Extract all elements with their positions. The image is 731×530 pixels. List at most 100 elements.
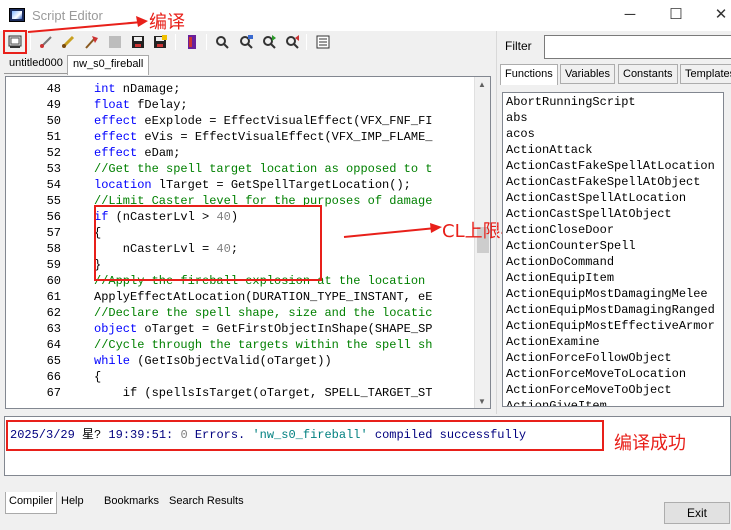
line-number: 60 [46, 274, 61, 288]
function-list-item[interactable]: AbortRunningScript [506, 94, 636, 110]
function-list-item[interactable]: ActionAttack [506, 142, 592, 158]
line-number: 56 [46, 210, 61, 224]
line-number: 49 [46, 98, 61, 112]
function-list-item[interactable]: ActionEquipMostDamagingRanged [506, 302, 715, 318]
function-list-item[interactable]: ActionForceMoveToObject [506, 382, 672, 398]
function-list[interactable]: AbortRunningScript abs acos ActionAttack Act… [502, 92, 724, 407]
line-number-gutter: 48 49 50 51 52 53 54 55 56 57 58 59 60 61 62 63 64 65 66 67 [6, 77, 62, 408]
function-list-item[interactable]: ActionEquipItem [506, 270, 614, 286]
close-button[interactable]: ✕ [707, 4, 731, 26]
code-line: effect eDam; [94, 145, 180, 161]
toolbar-separator [175, 34, 176, 50]
right-panel: Filter Functions Variables Constants Tem… [496, 31, 731, 414]
function-list-item[interactable]: ActionGiveItem [506, 398, 607, 406]
tab-templates[interactable]: Templates [680, 64, 731, 84]
code-line: //Cycle through the targets within the s… [94, 337, 432, 353]
code-token: eExplode = EffectVisualEffect(VFX_FNF_FI [137, 114, 433, 128]
tab-help[interactable]: Help [58, 492, 87, 510]
function-list-item[interactable]: ActionCloseDoor [506, 222, 614, 238]
scroll-down-icon[interactable]: ▼ [478, 397, 486, 406]
line-number: 61 [46, 290, 61, 304]
find-replace-icon[interactable] [238, 34, 254, 50]
tab-search-results[interactable]: Search Results [166, 492, 247, 510]
function-list-item[interactable]: ActionEquipMostDamagingMelee [506, 286, 708, 302]
function-list-item[interactable]: ActionForceFollowObject [506, 350, 672, 366]
exit-button[interactable]: Exit [664, 502, 730, 524]
code-token: eDam; [137, 146, 181, 160]
filter-input[interactable] [544, 35, 731, 59]
line-number: 54 [46, 178, 61, 192]
function-list-item[interactable]: acos [506, 126, 535, 142]
function-list-item[interactable]: ActionCastFakeSpellAtObject [506, 174, 700, 190]
save-as-icon[interactable] [152, 34, 168, 50]
line-number: 65 [46, 354, 61, 368]
spellbook-icon[interactable] [184, 34, 200, 50]
toolbar-separator [206, 34, 207, 50]
code-token: if (spellsIsTarget(oTarget, SPELL_TARGET… [94, 386, 433, 400]
function-list-item[interactable]: ActionExamine [506, 334, 600, 350]
line-number: 62 [46, 306, 61, 320]
code-token: float [94, 98, 131, 112]
sword-icon[interactable] [38, 34, 54, 50]
line-number: 53 [46, 162, 61, 176]
list-icon[interactable] [315, 34, 331, 50]
function-list-item[interactable]: ActionDoCommand [506, 254, 614, 270]
toolbar [0, 31, 496, 53]
line-number: 64 [46, 338, 61, 352]
code-token: //Declare the spell shape, size and the … [94, 306, 433, 320]
code-line: ApplyEffectAtLocation(DURATION_TYPE_INST… [94, 289, 432, 305]
code-token: ApplyEffectAtLocation(DURATION_TYPE_INST… [94, 290, 433, 304]
toolbar-separator [30, 34, 31, 50]
code-token: nDamage; [115, 82, 181, 96]
line-number: 59 [46, 258, 61, 272]
function-list-item[interactable]: ActionCounterSpell [506, 238, 636, 254]
code-token: oTarget = GetFirstObjectInShape(SHAPE_SP [137, 322, 433, 336]
tab-constants[interactable]: Constants [618, 64, 678, 84]
code-line: effect eVis = EffectVisualEffect(VFX_IMP… [94, 129, 432, 145]
scroll-up-icon[interactable]: ▲ [478, 80, 486, 89]
code-token: effect [94, 130, 138, 144]
code-token: (GetIsObjectValid(oTarget)) [130, 354, 332, 368]
code-line: float fDelay; [94, 97, 188, 113]
code-line: //Declare the spell shape, size and the … [94, 305, 432, 321]
line-number: 67 [46, 386, 61, 400]
tab-nw-s0-fireball[interactable]: nw_s0_fireball [67, 55, 150, 75]
function-list-item[interactable]: ActionForceMoveToLocation [506, 366, 686, 382]
line-number: 55 [46, 194, 61, 208]
function-list-item[interactable]: ActionCastSpellAtObject [506, 206, 672, 222]
cl-limit-annotation-arrow [343, 223, 442, 238]
function-list-item[interactable]: abs [506, 110, 528, 126]
find-prev-icon[interactable] [284, 34, 300, 50]
axe-icon[interactable] [83, 34, 99, 50]
minimize-button[interactable]: ─ [616, 4, 644, 26]
bottom-tabs: Compiler Help Bookmarks Search Results [0, 490, 300, 514]
find-next-icon[interactable] [261, 34, 277, 50]
code-line: location lTarget = GetSpellTargetLocatio… [94, 177, 411, 193]
code-token: effect [94, 114, 138, 128]
tab-functions[interactable]: Functions [500, 64, 558, 85]
tab-compiler[interactable]: Compiler [5, 492, 58, 514]
code-token: { [94, 370, 102, 384]
compile-icon[interactable] [7, 34, 23, 50]
function-list-item[interactable]: ActionCastSpellAtLocation [506, 190, 686, 206]
tab-bookmarks[interactable]: Bookmarks [101, 492, 162, 510]
code-line: { [94, 369, 101, 385]
function-list-item[interactable]: ActionEquipMostEffectiveArmor [506, 318, 715, 334]
code-line: if (spellsIsTarget(oTarget, SPELL_TARGET… [94, 385, 433, 401]
tab-untitled000[interactable]: untitled000 [4, 55, 68, 74]
maximize-button[interactable]: ☐ [662, 4, 690, 26]
code-token: int [94, 82, 116, 96]
gold-sword-icon[interactable] [60, 34, 76, 50]
line-number: 57 [46, 226, 61, 240]
function-list-item[interactable]: ActionCastFakeSpellAtLocation [506, 158, 715, 174]
success-highlight-box [6, 420, 604, 451]
code-token: object [94, 322, 138, 336]
line-number: 50 [46, 114, 61, 128]
code-line: int nDamage; [94, 81, 180, 97]
tab-variables[interactable]: Variables [560, 64, 616, 84]
code-token: while [94, 354, 131, 368]
save-icon[interactable] [130, 34, 146, 50]
line-number: 66 [46, 370, 61, 384]
find-icon[interactable] [214, 34, 230, 50]
code-line: object oTarget = GetFirstObjectInShape(S… [94, 321, 432, 337]
